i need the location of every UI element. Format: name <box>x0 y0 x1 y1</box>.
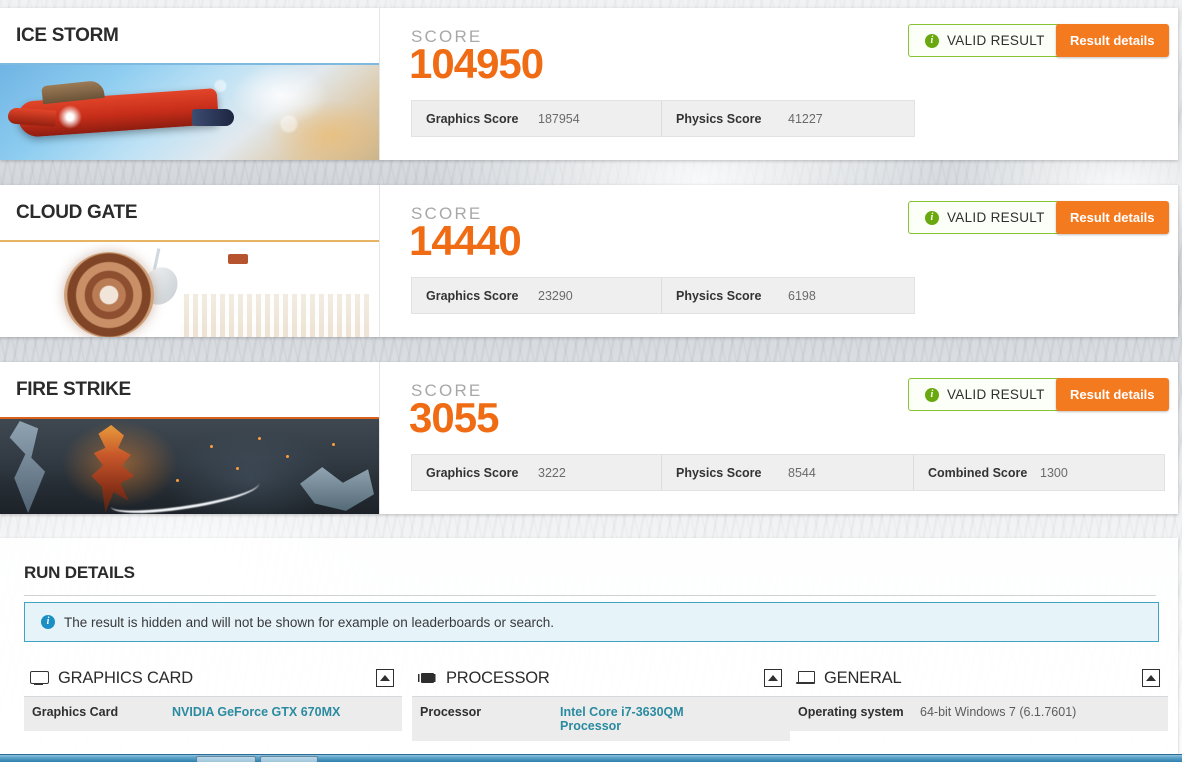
benchmark-scores-cloud-gate: SCORE 14440 Graphics Score 23290 Physics… <box>381 185 1178 337</box>
subscore-label: Graphics Score <box>426 111 519 126</box>
run-details-divider <box>24 595 1156 596</box>
valid-result-label: VALID RESULT <box>947 33 1045 48</box>
run-details-heading: RUN DETAILS <box>24 563 135 582</box>
benchmark-card-cloud-gate: CLOUD GATE SCORE 14440 Graphics Score 23… <box>0 185 1178 337</box>
collapse-up-icon-graphics-card[interactable] <box>376 669 394 687</box>
subscore-physics: Physics Score 41227 <box>662 101 914 136</box>
benchmark-art-panel-ice-storm: ICE STORM <box>0 8 380 160</box>
info-icon: i <box>41 615 55 629</box>
cpu-icon <box>418 671 437 685</box>
spec-section-title: GRAPHICS CARD <box>58 668 193 687</box>
benchmark-title-cloud-gate: CLOUD GATE <box>0 185 379 240</box>
subscore-value: 23290 <box>538 288 573 303</box>
result-details-button-cloud-gate[interactable]: Result details <box>1056 201 1169 234</box>
spec-section-graphics-card: GRAPHICS CARD Graphics Card NVIDIA GeFor… <box>24 660 402 762</box>
subscore-label: Combined Score <box>928 465 1028 480</box>
valid-result-badge-fire-strike[interactable]: i VALID RESULT <box>908 378 1062 411</box>
laptop-icon <box>796 671 815 685</box>
benchmark-artwork-cloud-gate <box>0 242 379 337</box>
subscore-combined: Combined Score 1300 <box>914 455 1164 490</box>
windows-taskbar[interactable] <box>0 754 1182 762</box>
valid-result-label: VALID RESULT <box>947 210 1045 225</box>
benchmark-scores-fire-strike: SCORE 3055 Graphics Score 3222 Physics S… <box>381 362 1178 514</box>
benchmark-artwork-fire-strike <box>0 419 379 514</box>
score-value-fire-strike: 3055 <box>409 394 499 441</box>
spec-row: Operating system 64-bit Windows 7 (6.1.7… <box>790 697 1168 731</box>
spec-section-header: PROCESSOR <box>412 660 790 697</box>
spec-row-value: 64-bit Windows 7 (6.1.7601) <box>920 705 1077 719</box>
spec-row-key: Operating system <box>798 705 904 719</box>
spec-section-processor: PROCESSOR Processor Intel Core i7-3630QM… <box>412 660 790 741</box>
benchmark-title-fire-strike: FIRE STRIKE <box>0 362 379 417</box>
hidden-result-notice-text: The result is hidden and will not be sho… <box>64 614 555 630</box>
valid-result-label: VALID RESULT <box>947 387 1045 402</box>
benchmark-card-ice-storm: ICE STORM SCORE 104950 Graphics Score 18… <box>0 8 1178 160</box>
benchmark-artwork-ice-storm <box>0 65 379 160</box>
spec-row: Graphics Card NVIDIA GeForce GTX 670MX <box>24 697 402 731</box>
spec-row: Processor Intel Core i7-3630QM Processor <box>412 697 790 741</box>
subscore-label: Physics Score <box>676 111 762 126</box>
collapse-up-icon-processor[interactable] <box>764 669 782 687</box>
benchmark-title-ice-storm: ICE STORM <box>0 8 379 63</box>
taskbar-button[interactable] <box>260 756 318 762</box>
subscore-physics: Physics Score 8544 <box>662 455 914 490</box>
benchmark-title-rule <box>0 240 379 242</box>
benchmark-art-panel-cloud-gate: CLOUD GATE <box>0 185 380 337</box>
benchmark-title-rule <box>0 63 379 65</box>
spec-row-key: Processor <box>420 705 482 719</box>
spec-section-title: PROCESSOR <box>446 668 550 687</box>
subscore-table-cloud-gate: Graphics Score 23290 Physics Score 6198 <box>411 277 915 314</box>
spec-row-key: Graphics Card <box>32 705 119 719</box>
spec-section-title: GENERAL <box>824 668 902 687</box>
subscore-table-fire-strike: Graphics Score 3222 Physics Score 8544 C… <box>411 454 1165 491</box>
subscore-value: 6198 <box>788 288 816 303</box>
spec-section-general: GENERAL Operating system 64-bit Windows … <box>790 660 1168 762</box>
score-value-ice-storm: 104950 <box>409 40 544 87</box>
benchmark-art-panel-fire-strike: FIRE STRIKE <box>0 362 380 514</box>
subscore-value: 41227 <box>788 111 823 126</box>
benchmark-title-rule <box>0 417 379 419</box>
spec-row-value-link[interactable]: Intel Core i7-3630QM Processor <box>560 705 710 733</box>
valid-result-badge-ice-storm[interactable]: i VALID RESULT <box>908 24 1062 57</box>
spec-row-value-link[interactable]: NVIDIA GeForce GTX 670MX <box>172 705 340 719</box>
subscore-label: Physics Score <box>676 288 762 303</box>
result-details-button-ice-storm[interactable]: Result details <box>1056 24 1169 57</box>
subscore-label: Physics Score <box>676 465 762 480</box>
collapse-up-icon-general[interactable] <box>1142 669 1160 687</box>
subscore-label: Graphics Score <box>426 465 519 480</box>
info-icon: i <box>925 387 939 402</box>
monitor-icon <box>30 671 49 685</box>
subscore-graphics: Graphics Score 187954 <box>412 101 662 136</box>
benchmark-scores-ice-storm: SCORE 104950 Graphics Score 187954 Physi… <box>381 8 1178 160</box>
info-icon: i <box>925 210 939 225</box>
spec-section-header: GRAPHICS CARD <box>24 660 402 697</box>
benchmark-card-fire-strike: FIRE STRIKE SCORE 3055 Graphics Score 32… <box>0 362 1178 514</box>
hidden-result-notice: i The result is hidden and will not be s… <box>24 602 1159 642</box>
subscore-value: 1300 <box>1040 465 1068 480</box>
valid-result-badge-cloud-gate[interactable]: i VALID RESULT <box>908 201 1062 234</box>
info-icon: i <box>925 33 939 48</box>
subscore-value: 187954 <box>538 111 580 126</box>
subscore-value: 3222 <box>538 465 566 480</box>
subscore-physics: Physics Score 6198 <box>662 278 914 313</box>
subscore-value: 8544 <box>788 465 816 480</box>
taskbar-button[interactable] <box>196 756 256 762</box>
subscore-graphics: Graphics Score 3222 <box>412 455 662 490</box>
score-value-cloud-gate: 14440 <box>409 217 522 264</box>
result-details-button-fire-strike[interactable]: Result details <box>1056 378 1169 411</box>
subscore-label: Graphics Score <box>426 288 519 303</box>
subscore-table-ice-storm: Graphics Score 187954 Physics Score 4122… <box>411 100 915 137</box>
subscore-graphics: Graphics Score 23290 <box>412 278 662 313</box>
spec-section-header: GENERAL <box>790 660 1168 697</box>
